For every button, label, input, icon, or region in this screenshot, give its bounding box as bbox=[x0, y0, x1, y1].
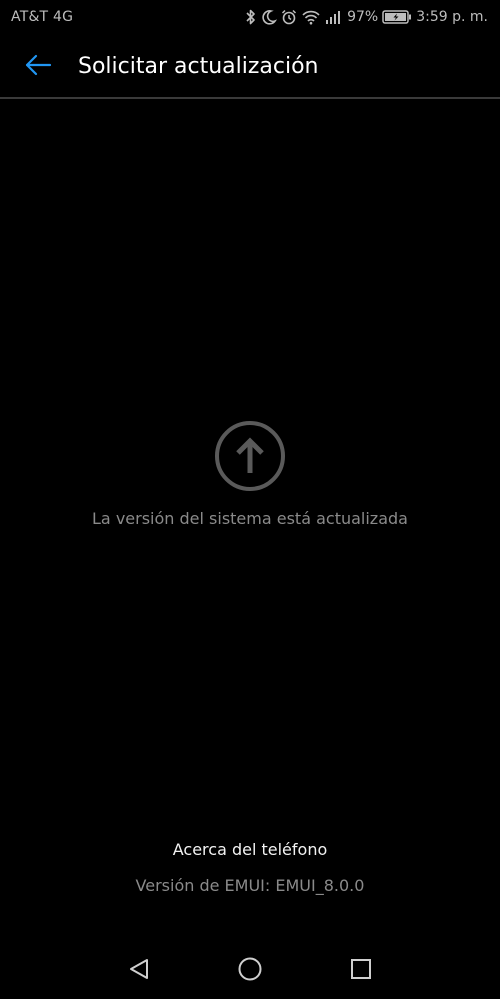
about-phone-link[interactable]: Acerca del teléfono bbox=[0, 840, 500, 859]
nav-home-button[interactable] bbox=[234, 956, 266, 986]
alarm-icon bbox=[281, 9, 297, 25]
status-bar: AT&T 4G 97% 3:59 p. m. bbox=[0, 0, 500, 34]
header-divider bbox=[0, 97, 500, 99]
page-title: Solicitar actualización bbox=[78, 54, 319, 79]
back-triangle-icon bbox=[127, 957, 151, 985]
wifi-icon bbox=[301, 9, 321, 25]
recents-square-icon bbox=[349, 957, 373, 985]
signal-icon bbox=[325, 9, 343, 25]
back-button[interactable] bbox=[16, 47, 60, 87]
carrier-label: AT&T 4G bbox=[11, 9, 74, 25]
status-icons: 97% 3:59 p. m. bbox=[245, 7, 488, 27]
emui-version-text: Versión de EMUI: EMUI_8.0.0 bbox=[135, 876, 365, 895]
nav-back-button[interactable] bbox=[123, 956, 155, 986]
clock-time: 3:59 p. m. bbox=[416, 9, 488, 25]
nav-recents-button[interactable] bbox=[345, 956, 377, 986]
home-circle-icon bbox=[237, 956, 263, 986]
moon-icon bbox=[261, 9, 278, 25]
battery-icon bbox=[382, 9, 412, 25]
navigation-bar bbox=[0, 940, 500, 999]
bluetooth-icon bbox=[245, 9, 257, 25]
app-bar: Solicitar actualización bbox=[0, 34, 500, 97]
update-status-text: La versión del sistema está actualizada bbox=[92, 509, 408, 528]
arrow-up-circle-icon bbox=[214, 420, 286, 492]
battery-percent: 97% bbox=[347, 9, 379, 25]
arrow-left-icon bbox=[24, 53, 52, 81]
